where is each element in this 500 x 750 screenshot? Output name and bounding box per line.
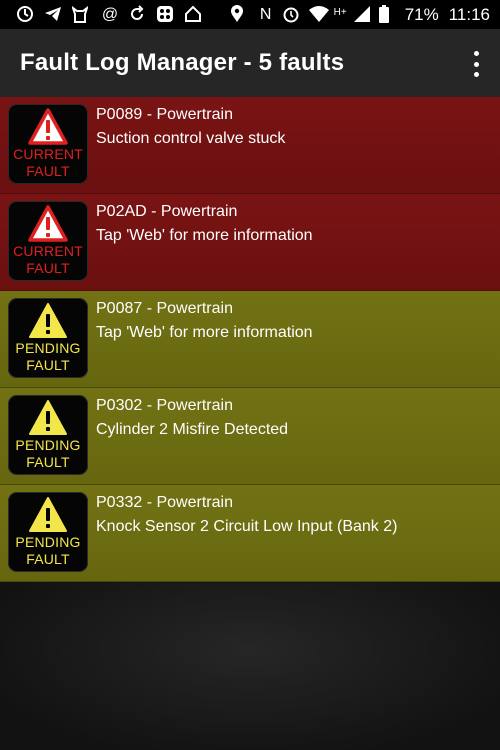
badge-line1: CURRENT: [13, 243, 83, 259]
empty-background: [0, 583, 500, 750]
fault-row[interactable]: PENDING FAULT P0302 - Powertrain Cylinde…: [0, 388, 500, 485]
system-icons: N H+ 71% 11:16: [230, 4, 490, 25]
badge-line2: FAULT: [26, 454, 70, 470]
location-icon: [230, 4, 250, 25]
fault-description: Tap 'Web' for more information: [96, 227, 313, 244]
pending-fault-badge: PENDING FAULT: [8, 298, 88, 378]
battery-icon: [378, 4, 399, 25]
fault-row[interactable]: PENDING FAULT P0087 - Powertrain Tap 'We…: [0, 291, 500, 388]
battery-percent: 71%: [404, 4, 439, 24]
telegram-icon: [44, 5, 64, 25]
warning-triangle-icon: [29, 497, 67, 532]
warning-triangle-icon: [28, 108, 68, 145]
wifi-icon: [308, 5, 329, 25]
badge-line1: CURRENT: [13, 146, 83, 162]
network-type: H+: [333, 6, 347, 18]
fault-row[interactable]: PENDING FAULT P0332 - Powertrain Knock S…: [0, 485, 500, 582]
sync-icon: [16, 5, 36, 25]
warning-triangle-icon: [29, 303, 67, 338]
status-bar: @ N H+ 71% 11:16: [0, 0, 500, 29]
warning-triangle-icon: [29, 400, 67, 435]
badge-line2: FAULT: [26, 551, 70, 567]
home-icon: [184, 5, 204, 25]
badge-line2: FAULT: [26, 163, 70, 179]
clock: 11:16: [448, 4, 490, 24]
fault-row[interactable]: CURRENT FAULT P0089 - Powertrain Suction…: [0, 97, 500, 194]
badge-line1: PENDING: [15, 437, 81, 453]
fault-list: CURRENT FAULT P0089 - Powertrain Suction…: [0, 97, 500, 582]
fault-code: P02AD - Powertrain: [96, 203, 238, 220]
fault-code: P0302 - Powertrain: [96, 397, 233, 414]
badge-line1: PENDING: [15, 340, 81, 356]
current-fault-badge: CURRENT FAULT: [8, 104, 88, 184]
pending-fault-badge: PENDING FAULT: [8, 492, 88, 572]
at-icon: @: [101, 5, 119, 23]
fault-description: Suction control valve stuck: [96, 130, 286, 147]
notification-icons: @: [16, 4, 204, 25]
cat-icon: [72, 5, 92, 25]
page-title: Fault Log Manager - 5 faults: [20, 49, 345, 76]
app-bar: Fault Log Manager - 5 faults: [0, 29, 500, 97]
signal-icon: [353, 5, 373, 25]
grid-icon: [156, 5, 176, 25]
alarm-icon: [282, 5, 302, 25]
badge-line1: PENDING: [15, 534, 81, 550]
fault-description: Cylinder 2 Misfire Detected: [96, 421, 289, 438]
nfc-icon: N: [259, 5, 272, 23]
badge-line2: FAULT: [26, 260, 70, 276]
fault-code: P0089 - Powertrain: [96, 106, 233, 123]
warning-triangle-icon: [28, 205, 68, 242]
overflow-menu-icon[interactable]: [468, 51, 484, 77]
fault-code: P0332 - Powertrain: [96, 494, 233, 511]
pending-fault-badge: PENDING FAULT: [8, 395, 88, 475]
refresh-icon: [128, 4, 148, 25]
fault-row[interactable]: CURRENT FAULT P02AD - Powertrain Tap 'We…: [0, 194, 500, 291]
fault-description: Tap 'Web' for more information: [96, 324, 313, 341]
badge-line2: FAULT: [26, 357, 70, 373]
fault-code: P0087 - Powertrain: [96, 300, 233, 317]
fault-description: Knock Sensor 2 Circuit Low Input (Bank 2…: [96, 518, 398, 535]
current-fault-badge: CURRENT FAULT: [8, 201, 88, 281]
